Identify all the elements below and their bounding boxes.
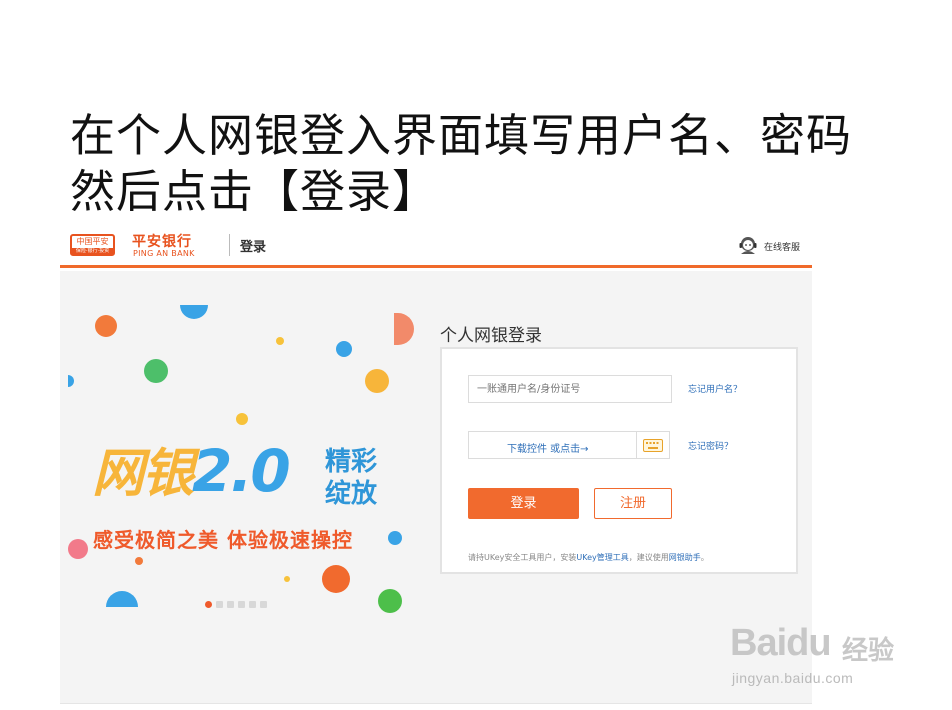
banner-headline-right-line1: 精彩: [325, 447, 378, 477]
password-prompt[interactable]: 下载控件 或点击→: [507, 440, 589, 455]
decor-dot: [284, 576, 290, 582]
watermark-brand: Baidu: [730, 622, 832, 664]
security-notice: 请持UKey安全工具用户，安装UKey管理工具，建议使用网银助手。: [468, 552, 709, 563]
logo-badge-subtext: 保险·银行·投资: [72, 248, 113, 254]
notice-prefix: 请持UKey安全工具用户，安装: [468, 553, 577, 562]
chart-icon: [388, 531, 402, 545]
decor-dot: [378, 589, 402, 613]
register-button[interactable]: 注册: [594, 488, 672, 519]
logo-badge-text: 中国平安: [76, 237, 109, 246]
banner-headline-version: 2.0: [192, 437, 291, 505]
decor-dot: [276, 337, 284, 345]
coin-icon: [68, 539, 88, 559]
pager-dot[interactable]: [249, 601, 256, 608]
decor-dot: [180, 305, 208, 319]
chat-icon: [322, 565, 350, 593]
house-icon: [365, 369, 389, 393]
slide-title-line1: 在个人网银登入界面填写用户名、密码: [70, 109, 853, 162]
pager-dot[interactable]: [205, 601, 212, 608]
promo-banner[interactable]: 网银2.0 精彩 绽放 感受极简之美 体验极速操控: [60, 301, 420, 621]
watermark-url: jingyan.baidu.com: [732, 670, 854, 686]
main-content: 网银2.0 精彩 绽放 感受极简之美 体验极速操控 个人网银登录 忘记用户名？ …: [60, 271, 812, 704]
forgot-password-link[interactable]: 忘记密码？: [688, 439, 733, 452]
decor-dot: [336, 341, 352, 357]
footer-divider: [60, 703, 812, 704]
slide-title-line2: 然后点击【登录】: [70, 165, 439, 218]
pager-dot[interactable]: [238, 601, 245, 608]
banner-pager: [205, 601, 267, 608]
decor-dot: [95, 315, 117, 337]
pager-dot[interactable]: [216, 601, 223, 608]
banner-headline-right-line2: 绽放: [325, 479, 378, 509]
online-support-link[interactable]: 在线客服: [737, 234, 800, 259]
decor-dot: [68, 375, 74, 387]
notice-mid: ，建议使用: [628, 553, 669, 562]
crown-sparkle: [236, 413, 248, 425]
top-bar: 中国平安 保险·银行·投资 平安银行 PING AN BANK 登录 在线客服: [60, 224, 812, 268]
username-input[interactable]: [468, 375, 672, 403]
banner-headline-left: 网银: [92, 444, 194, 504]
bank-name-cn[interactable]: 平安银行: [132, 231, 192, 251]
ukey-tool-link[interactable]: UKey管理工具: [576, 553, 628, 562]
support-label: 在线客服: [763, 243, 800, 253]
decor-dot: [394, 313, 414, 345]
baidu-jingyan-watermark: Baidu 经验 jingyan.baidu.com: [730, 614, 920, 694]
bank-name-en: PING AN BANK: [133, 249, 195, 258]
banner-slogan: 感受极简之美 体验极速操控: [93, 528, 353, 552]
header-divider: [229, 234, 230, 256]
keyboard-icon[interactable]: [636, 432, 669, 458]
pingan-group-logo[interactable]: 中国平安 保险·银行·投资: [70, 234, 115, 256]
netbank-helper-link[interactable]: 网银助手: [669, 553, 701, 562]
banner-headline-right: 精彩 绽放: [325, 446, 377, 510]
notice-suffix: 。: [700, 553, 709, 562]
decor-dot: [135, 557, 143, 565]
forgot-username-link[interactable]: 忘记用户名？: [688, 382, 742, 395]
bank-login-screenshot: 中国平安 保险·银行·投资 平安银行 PING AN BANK 登录 在线客服: [60, 224, 812, 704]
watermark-product: 经验: [842, 636, 895, 666]
login-panel: 忘记用户名？ 下载控件 或点击→ 忘记密码？ 登录 注册 请持UKey安全工具用…: [440, 347, 798, 574]
banner-headline: 网银2.0: [92, 441, 291, 504]
login-panel-title: 个人网银登录: [440, 326, 542, 346]
slide-title: 在个人网银登入界面填写用户名、密码 然后点击【登录】: [70, 108, 910, 220]
login-button[interactable]: 登录: [468, 488, 579, 519]
pager-dot[interactable]: [260, 601, 267, 608]
card-icon: [144, 359, 168, 383]
headset-agent-icon: [737, 234, 759, 259]
password-field[interactable]: 下载控件 或点击→: [468, 431, 670, 459]
decor-dot: [106, 591, 138, 607]
pager-dot[interactable]: [227, 601, 234, 608]
page-label: 登录: [240, 240, 267, 255]
